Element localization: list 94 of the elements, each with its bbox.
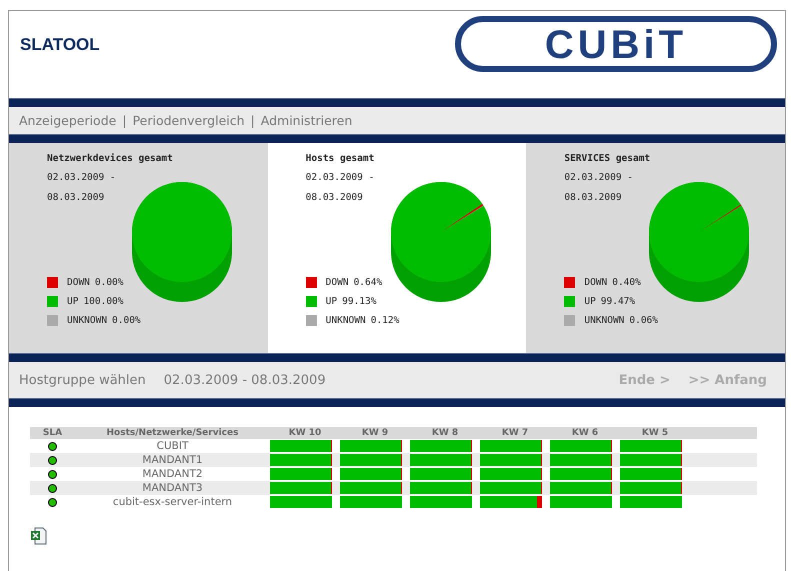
availability-bar xyxy=(270,496,332,508)
status-dot-icon xyxy=(48,470,57,479)
availability-bar xyxy=(340,496,402,508)
availability-bar xyxy=(410,482,472,494)
legend-value: 99.13% xyxy=(342,296,376,307)
status-dot-icon xyxy=(48,442,57,451)
legend-value: 99.47% xyxy=(600,296,636,307)
period-label: 02.03.2009 - 08.03.2009 xyxy=(164,372,326,388)
availability-bar xyxy=(340,468,402,480)
availability-bar xyxy=(480,468,542,480)
legend-value: 0.64% xyxy=(354,277,382,288)
availability-bar xyxy=(620,454,682,466)
legend-label: DOWN xyxy=(584,277,608,288)
date-from: 02.03.2009 - xyxy=(564,172,633,183)
legend-swatch xyxy=(306,315,317,326)
legend-value: 100.00% xyxy=(83,296,124,307)
legend-label: UNKNOWN xyxy=(584,315,624,326)
hostgroup-label: Hostgruppe wählen xyxy=(19,372,146,388)
date-to: 08.03.2009 xyxy=(47,192,104,203)
availability-bar xyxy=(270,440,332,452)
availability-bar xyxy=(620,468,682,480)
availability-bar xyxy=(270,454,332,466)
panel-title: Netzwerkdevices gesamt xyxy=(47,153,173,164)
column-header: SLA xyxy=(30,427,75,439)
availability-bar xyxy=(340,454,402,466)
legend-swatch xyxy=(564,296,576,307)
date-to: 08.03.2009 xyxy=(564,192,622,203)
availability-bar xyxy=(410,468,472,480)
nav-link[interactable]: Anzeigeperiode xyxy=(19,113,116,128)
legend-value: 0.40% xyxy=(612,277,641,288)
legend-value: 0.12% xyxy=(370,315,400,326)
status-dot-icon xyxy=(48,456,57,465)
nav-link[interactable]: Administrieren xyxy=(260,113,352,128)
panel-title: Hosts gesamt xyxy=(306,153,374,164)
availability-bar xyxy=(480,454,542,466)
date-to: 08.03.2009 xyxy=(306,192,363,203)
nav-link[interactable]: Periodenvergleich xyxy=(132,113,245,128)
legend-label: UP xyxy=(326,296,338,307)
status-dot-icon xyxy=(48,484,57,493)
availability-bar xyxy=(550,468,612,480)
availability-bar xyxy=(550,440,612,452)
date-from: 02.03.2009 - xyxy=(306,172,374,183)
status-dot-icon xyxy=(48,498,57,507)
availability-bar xyxy=(480,482,542,494)
availability-bar xyxy=(480,440,542,452)
availability-bar xyxy=(550,454,612,466)
host-name[interactable]: CUBIT xyxy=(75,439,270,453)
nav-separator: | xyxy=(250,113,255,128)
host-name[interactable]: MANDANT2 xyxy=(75,467,270,481)
availability-bar xyxy=(340,440,402,452)
app-title: SLATOOL xyxy=(20,35,100,55)
date-from: 02.03.2009 - xyxy=(47,172,116,183)
legend-swatch xyxy=(306,277,317,288)
legend-label: DOWN xyxy=(67,277,90,288)
availability-bar xyxy=(410,454,472,466)
availability-bar xyxy=(270,468,332,480)
legend-label: UNKNOWN xyxy=(326,315,366,326)
column-header: KW 6 xyxy=(550,427,620,439)
availability-bar xyxy=(550,482,612,494)
column-header: KW 8 xyxy=(410,427,480,439)
availability-bar xyxy=(340,482,402,494)
availability-bar xyxy=(620,482,682,494)
panel-title: SERVICES gesamt xyxy=(564,153,650,164)
legend-label: UP xyxy=(67,296,78,307)
legend-label: UP xyxy=(584,296,596,307)
legend-label: DOWN xyxy=(326,277,349,288)
legend-value: 0.06% xyxy=(629,315,658,326)
legend-swatch xyxy=(306,296,317,307)
legend-swatch xyxy=(564,277,576,288)
availability-bar xyxy=(410,440,472,452)
excel-export-icon[interactable] xyxy=(30,527,48,545)
column-header: KW 5 xyxy=(620,427,690,439)
availability-bar xyxy=(620,496,682,508)
logo-text: CUBiT xyxy=(544,23,688,67)
legend-swatch xyxy=(564,315,576,326)
column-header: KW 10 xyxy=(270,427,340,439)
host-name[interactable]: MANDANT3 xyxy=(75,481,270,495)
availability-bar xyxy=(550,496,612,508)
legend-swatch xyxy=(47,315,58,326)
availability-bar xyxy=(480,496,542,508)
host-name[interactable]: MANDANT1 xyxy=(75,453,270,467)
nav-separator: | xyxy=(122,113,127,128)
legend-value: 0.00% xyxy=(94,277,124,288)
legend-swatch xyxy=(47,277,58,288)
legend-label: UNKNOWN xyxy=(67,315,108,326)
host-name[interactable]: cubit-esx-server-intern xyxy=(75,495,270,509)
column-header: KW 7 xyxy=(480,427,550,439)
availability-bar xyxy=(270,482,332,494)
legend-swatch xyxy=(47,296,58,307)
availability-bar xyxy=(410,496,472,508)
legend-value: 0.00% xyxy=(112,315,141,326)
column-header: KW 9 xyxy=(340,427,410,439)
column-header: Hosts/Netzwerke/Services xyxy=(75,427,270,439)
availability-bar xyxy=(620,440,682,452)
